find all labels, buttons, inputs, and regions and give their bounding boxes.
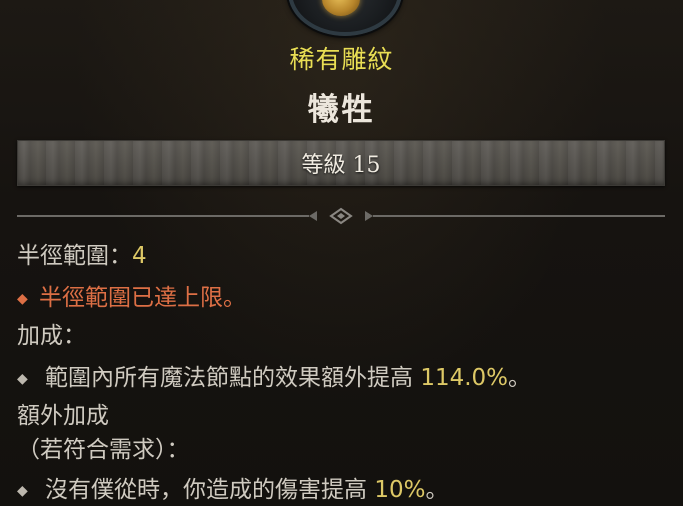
bonus-value: 114.0%	[420, 365, 509, 391]
extra-bonus-heading: 額外加成	[17, 403, 109, 429]
glyph-tooltip: 稀有雕紋 犧牲 等級 15 半徑範圍：4 ◆ 半徑範圍已達上限。 加成： ◆ 範圍內…	[0, 0, 683, 506]
level-banner: 等級 15	[17, 140, 665, 186]
ornament-divider-icon	[17, 207, 665, 225]
item-rarity: 稀有雕紋	[289, 45, 394, 74]
extra-value: 10%	[374, 477, 426, 503]
extra-text: 沒有僕從時，你造成的傷害提高	[45, 477, 375, 503]
radius-label: 半徑範圍：	[17, 243, 132, 269]
extra-requirement: （若符合需求）：	[17, 437, 190, 463]
item-name: 犧牲	[307, 92, 376, 128]
extra-end: 。	[425, 477, 449, 503]
bonus-text: 範圍內所有魔法節點的效果額外提高	[45, 365, 421, 391]
radius-value: 4	[132, 243, 147, 269]
bullet-diamond-icon: ◆	[17, 370, 28, 387]
bullet-diamond-icon: ◆	[17, 482, 28, 499]
bonus-heading: 加成：	[17, 323, 86, 349]
radius-max-text: 半徑範圍已達上限。	[39, 285, 246, 311]
item-level: 等級 15	[301, 153, 381, 178]
radius-stat: 半徑範圍：4	[17, 236, 147, 270]
bonus-line: ◆ 範圍內所有魔法節點的效果額外提高 114.0%。	[17, 358, 531, 392]
bullet-diamond-icon: ◆	[17, 290, 28, 307]
extra-bonus-line: ◆ 沒有僕從時，你造成的傷害提高 10%。	[17, 470, 448, 504]
bonus-end: 。	[508, 365, 532, 391]
radius-max-note: ◆ 半徑範圍已達上限。	[17, 278, 246, 312]
